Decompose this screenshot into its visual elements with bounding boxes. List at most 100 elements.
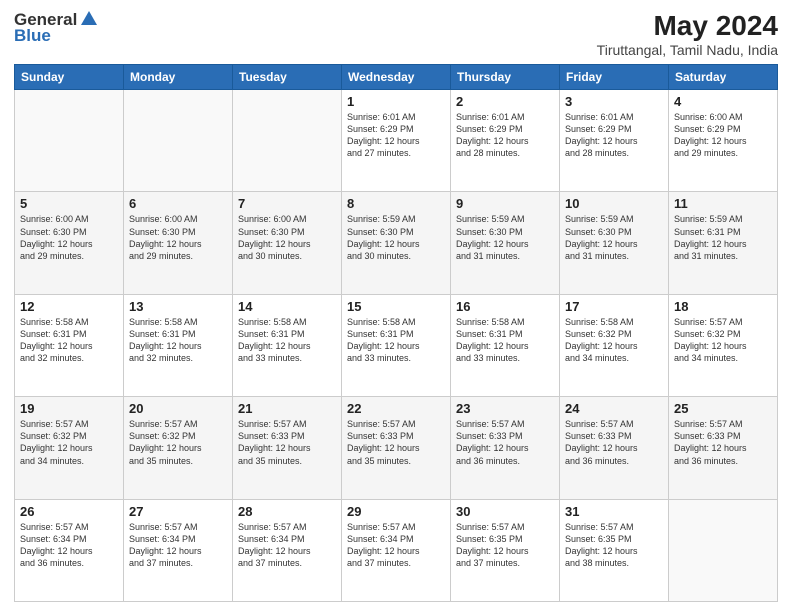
header-thursday: Thursday bbox=[451, 65, 560, 90]
day-number: 14 bbox=[238, 299, 336, 314]
day-number: 2 bbox=[456, 94, 554, 109]
day-number: 9 bbox=[456, 196, 554, 211]
calendar-week-1: 1 Sunrise: 6:01 AM Sunset: 6:29 PM Daylig… bbox=[15, 90, 778, 192]
day-number: 29 bbox=[347, 504, 445, 519]
calendar-title: May 2024 bbox=[597, 10, 778, 42]
calendar-cell: 6Sunrise: 6:00 AM Sunset: 6:30 PM Daylig… bbox=[124, 192, 233, 294]
calendar-cell: 19Sunrise: 5:57 AM Sunset: 6:32 PM Dayli… bbox=[15, 397, 124, 499]
title-block: May 2024 Tiruttangal, Tamil Nadu, India bbox=[597, 10, 778, 58]
calendar-cell: 17Sunrise: 5:58 AM Sunset: 6:32 PM Dayli… bbox=[560, 294, 669, 396]
header-monday: Monday bbox=[124, 65, 233, 90]
calendar-cell: 12Sunrise: 5:58 AM Sunset: 6:31 PM Dayli… bbox=[15, 294, 124, 396]
calendar-body: 1 Sunrise: 6:01 AM Sunset: 6:29 PM Daylig… bbox=[15, 90, 778, 602]
logo-icon bbox=[79, 9, 99, 29]
calendar-week-4: 19 Sunrise: 5:57 AM Sunset: 6:32 PM Dayli… bbox=[15, 397, 778, 499]
calendar-cell bbox=[124, 90, 233, 192]
calendar-cell: 31 Sunrise: 5:57 AM Sunset: 6:35 PM Dayli… bbox=[560, 499, 669, 601]
day-info: Sunrise: 5:58 AM Sunset: 6:31 PM Dayligh… bbox=[129, 316, 227, 365]
calendar-cell bbox=[233, 90, 342, 192]
day-info: Sunrise: 5:59 AM Sunset: 6:30 PM Dayligh… bbox=[456, 213, 554, 262]
day-number: 15 bbox=[347, 299, 445, 314]
logo-blue: Blue bbox=[14, 26, 51, 46]
day-number: 20 bbox=[129, 401, 227, 416]
calendar-cell: 13 Sunrise: 5:58 AM Sunset: 6:31 PM Dayli… bbox=[124, 294, 233, 396]
calendar-cell bbox=[669, 499, 778, 601]
day-number: 5 bbox=[20, 196, 118, 211]
calendar-header: Sunday Monday Tuesday Wednesday Thursday… bbox=[15, 65, 778, 90]
calendar-cell: 20 Sunrise: 5:57 AM Sunset: 6:32 PM Dayli… bbox=[124, 397, 233, 499]
calendar-cell: 14 Sunrise: 5:58 AM Sunset: 6:31 PM Dayli… bbox=[233, 294, 342, 396]
day-number: 19 bbox=[20, 401, 118, 416]
day-number: 7 bbox=[238, 196, 336, 211]
day-number: 10 bbox=[565, 196, 663, 211]
calendar-cell: 7Sunrise: 6:00 AM Sunset: 6:30 PM Daylig… bbox=[233, 192, 342, 294]
day-number: 25 bbox=[674, 401, 772, 416]
day-number: 18 bbox=[674, 299, 772, 314]
calendar-week-5: 26Sunrise: 5:57 AM Sunset: 6:34 PM Dayli… bbox=[15, 499, 778, 601]
day-info: Sunrise: 5:59 AM Sunset: 6:30 PM Dayligh… bbox=[347, 213, 445, 262]
day-info: Sunrise: 5:57 AM Sunset: 6:32 PM Dayligh… bbox=[129, 418, 227, 467]
calendar-week-3: 12Sunrise: 5:58 AM Sunset: 6:31 PM Dayli… bbox=[15, 294, 778, 396]
calendar-cell: 18 Sunrise: 5:57 AM Sunset: 6:32 PM Dayli… bbox=[669, 294, 778, 396]
day-number: 21 bbox=[238, 401, 336, 416]
header-wednesday: Wednesday bbox=[342, 65, 451, 90]
calendar-cell: 26Sunrise: 5:57 AM Sunset: 6:34 PM Dayli… bbox=[15, 499, 124, 601]
header-friday: Friday bbox=[560, 65, 669, 90]
calendar-cell: 11 Sunrise: 5:59 AM Sunset: 6:31 PM Dayli… bbox=[669, 192, 778, 294]
day-info: Sunrise: 5:58 AM Sunset: 6:31 PM Dayligh… bbox=[456, 316, 554, 365]
day-number: 31 bbox=[565, 504, 663, 519]
calendar-cell: 4 Sunrise: 6:00 AM Sunset: 6:29 PM Daylig… bbox=[669, 90, 778, 192]
header-tuesday: Tuesday bbox=[233, 65, 342, 90]
day-number: 24 bbox=[565, 401, 663, 416]
calendar-cell: 27 Sunrise: 5:57 AM Sunset: 6:34 PM Dayli… bbox=[124, 499, 233, 601]
logo: General Blue bbox=[14, 10, 99, 46]
day-number: 1 bbox=[347, 94, 445, 109]
calendar-subtitle: Tiruttangal, Tamil Nadu, India bbox=[597, 42, 778, 58]
calendar-cell: 21 Sunrise: 5:57 AM Sunset: 6:33 PM Dayli… bbox=[233, 397, 342, 499]
calendar-week-2: 5 Sunrise: 6:00 AM Sunset: 6:30 PM Daylig… bbox=[15, 192, 778, 294]
day-info: Sunrise: 6:00 AM Sunset: 6:30 PM Dayligh… bbox=[20, 213, 118, 262]
day-number: 30 bbox=[456, 504, 554, 519]
calendar-cell: 24 Sunrise: 5:57 AM Sunset: 6:33 PM Dayli… bbox=[560, 397, 669, 499]
calendar-cell bbox=[15, 90, 124, 192]
day-info: Sunrise: 6:00 AM Sunset: 6:29 PM Dayligh… bbox=[674, 111, 772, 160]
day-number: 4 bbox=[674, 94, 772, 109]
day-number: 6 bbox=[129, 196, 227, 211]
calendar-cell: 23Sunrise: 5:57 AM Sunset: 6:33 PM Dayli… bbox=[451, 397, 560, 499]
calendar-cell: 3Sunrise: 6:01 AM Sunset: 6:29 PM Daylig… bbox=[560, 90, 669, 192]
day-info: Sunrise: 6:01 AM Sunset: 6:29 PM Dayligh… bbox=[347, 111, 445, 160]
day-info: Sunrise: 5:58 AM Sunset: 6:31 PM Dayligh… bbox=[238, 316, 336, 365]
page: General Blue May 2024 Tiruttangal, Tamil… bbox=[0, 0, 792, 612]
day-info: Sunrise: 5:57 AM Sunset: 6:33 PM Dayligh… bbox=[456, 418, 554, 467]
day-info: Sunrise: 5:57 AM Sunset: 6:33 PM Dayligh… bbox=[565, 418, 663, 467]
header-row: Sunday Monday Tuesday Wednesday Thursday… bbox=[15, 65, 778, 90]
header: General Blue May 2024 Tiruttangal, Tamil… bbox=[14, 10, 778, 58]
day-number: 8 bbox=[347, 196, 445, 211]
day-info: Sunrise: 5:57 AM Sunset: 6:35 PM Dayligh… bbox=[565, 521, 663, 570]
day-number: 17 bbox=[565, 299, 663, 314]
day-number: 22 bbox=[347, 401, 445, 416]
day-number: 11 bbox=[674, 196, 772, 211]
day-info: Sunrise: 5:57 AM Sunset: 6:34 PM Dayligh… bbox=[129, 521, 227, 570]
day-info: Sunrise: 5:57 AM Sunset: 6:34 PM Dayligh… bbox=[347, 521, 445, 570]
day-number: 13 bbox=[129, 299, 227, 314]
day-info: Sunrise: 5:57 AM Sunset: 6:32 PM Dayligh… bbox=[674, 316, 772, 365]
calendar-cell: 15Sunrise: 5:58 AM Sunset: 6:31 PM Dayli… bbox=[342, 294, 451, 396]
calendar-cell: 1 Sunrise: 6:01 AM Sunset: 6:29 PM Daylig… bbox=[342, 90, 451, 192]
calendar-cell: 9 Sunrise: 5:59 AM Sunset: 6:30 PM Daylig… bbox=[451, 192, 560, 294]
day-number: 27 bbox=[129, 504, 227, 519]
day-info: Sunrise: 5:57 AM Sunset: 6:33 PM Dayligh… bbox=[347, 418, 445, 467]
day-number: 16 bbox=[456, 299, 554, 314]
calendar-cell: 30Sunrise: 5:57 AM Sunset: 6:35 PM Dayli… bbox=[451, 499, 560, 601]
day-info: Sunrise: 5:58 AM Sunset: 6:31 PM Dayligh… bbox=[20, 316, 118, 365]
calendar-cell: 5 Sunrise: 6:00 AM Sunset: 6:30 PM Daylig… bbox=[15, 192, 124, 294]
calendar-cell: 28Sunrise: 5:57 AM Sunset: 6:34 PM Dayli… bbox=[233, 499, 342, 601]
day-info: Sunrise: 6:01 AM Sunset: 6:29 PM Dayligh… bbox=[456, 111, 554, 160]
calendar-cell: 2 Sunrise: 6:01 AM Sunset: 6:29 PM Daylig… bbox=[451, 90, 560, 192]
day-info: Sunrise: 5:57 AM Sunset: 6:33 PM Dayligh… bbox=[674, 418, 772, 467]
day-info: Sunrise: 5:59 AM Sunset: 6:30 PM Dayligh… bbox=[565, 213, 663, 262]
calendar-table: Sunday Monday Tuesday Wednesday Thursday… bbox=[14, 64, 778, 602]
day-info: Sunrise: 5:57 AM Sunset: 6:33 PM Dayligh… bbox=[238, 418, 336, 467]
day-info: Sunrise: 5:59 AM Sunset: 6:31 PM Dayligh… bbox=[674, 213, 772, 262]
calendar-cell: 8 Sunrise: 5:59 AM Sunset: 6:30 PM Daylig… bbox=[342, 192, 451, 294]
